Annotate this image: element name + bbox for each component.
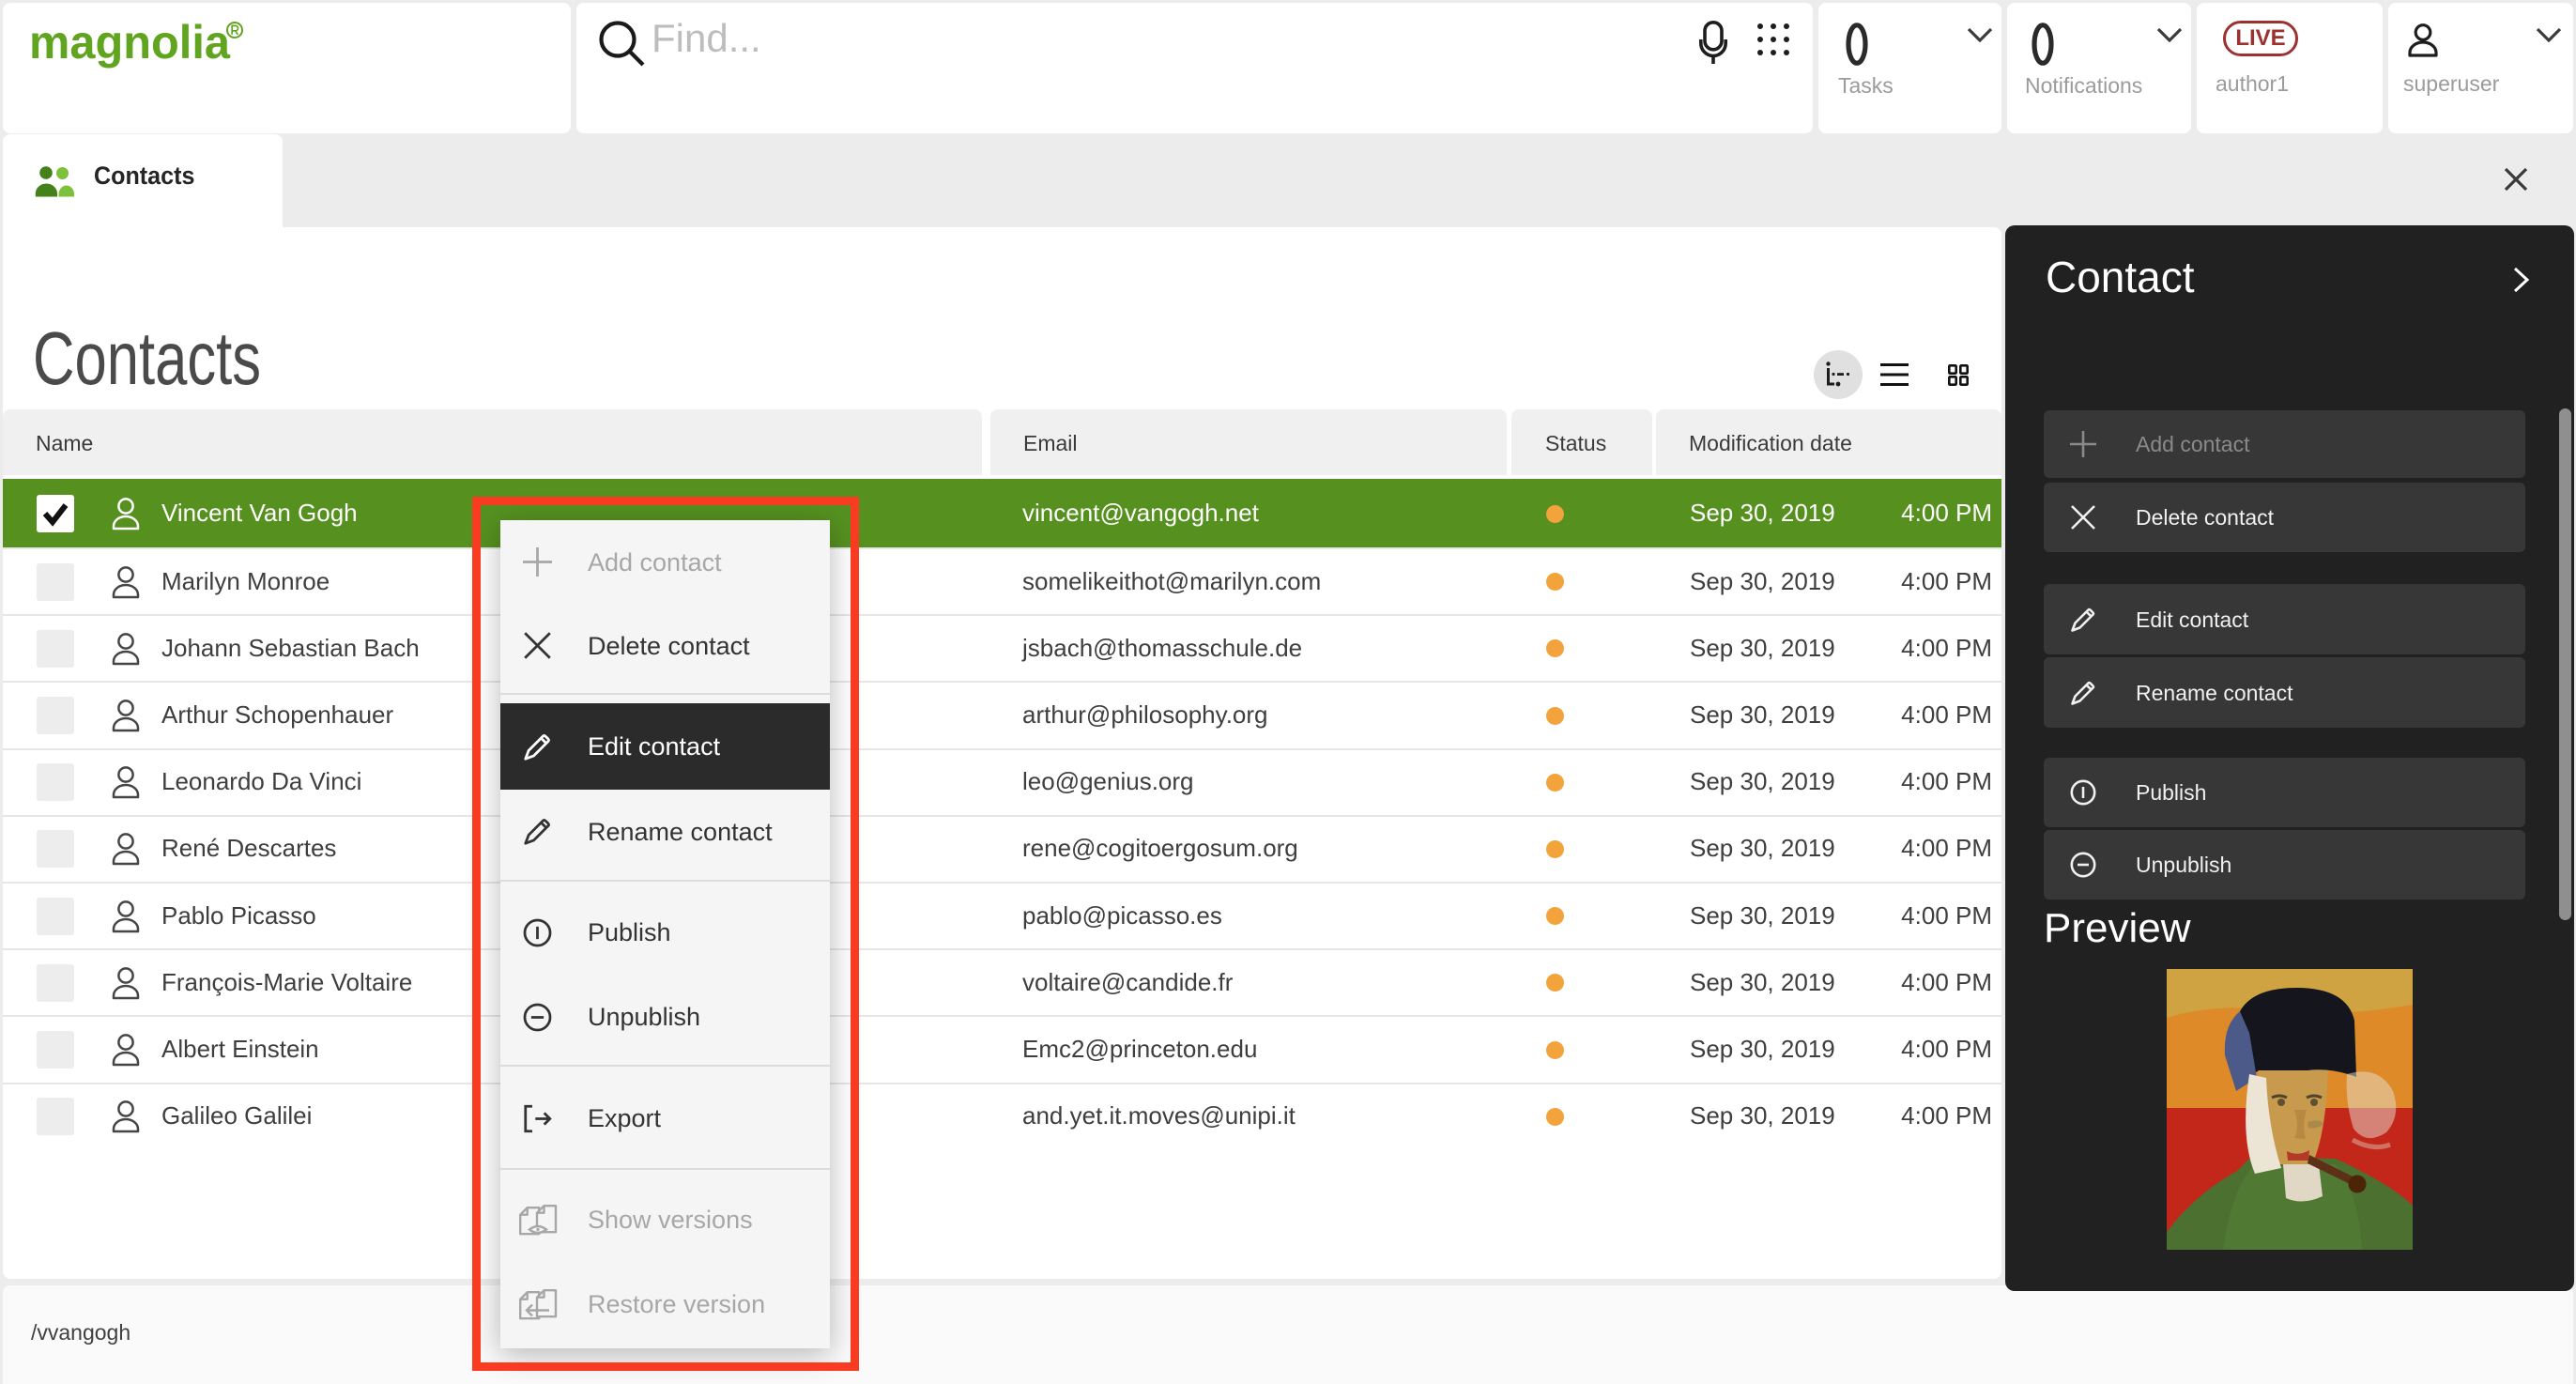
svg-text:magnolia: magnolia (29, 16, 231, 69)
